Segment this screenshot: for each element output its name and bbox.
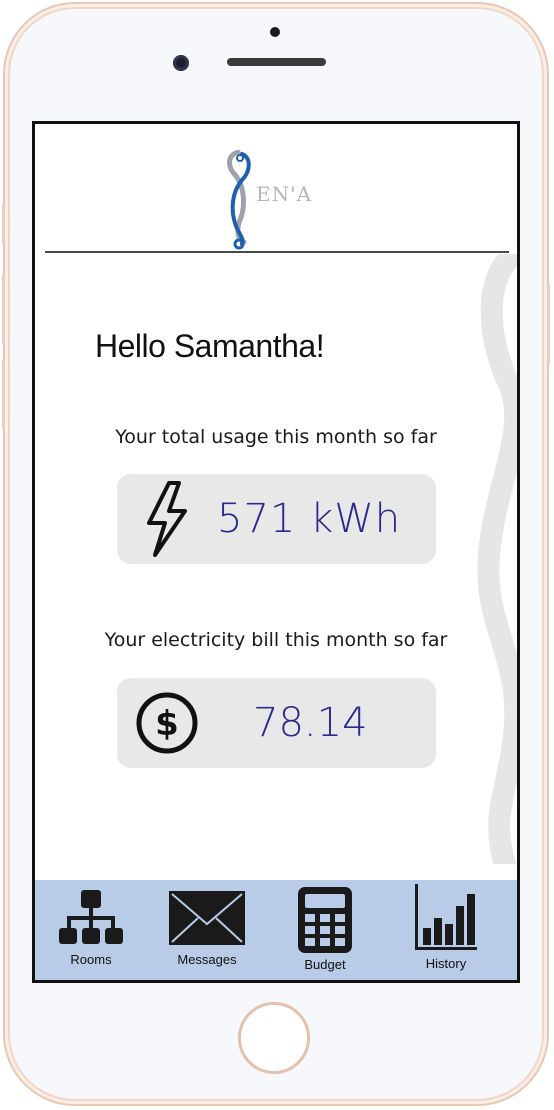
nav-item-history[interactable]: History — [403, 880, 489, 980]
calculator-icon — [298, 887, 352, 953]
nav-item-messages[interactable]: Messages — [163, 880, 251, 980]
usage-card: 571 kWh — [117, 474, 436, 564]
bill-card: $ 78.14 — [117, 678, 436, 768]
volume-down-button — [2, 359, 5, 429]
usage-value: 571 kWh — [217, 496, 402, 542]
nav-item-budget[interactable]: Budget — [285, 880, 365, 980]
brand-name: EN'A — [256, 182, 313, 206]
decorative-wave-icon — [477, 254, 517, 864]
mute-switch — [2, 204, 5, 244]
earpiece-speaker — [227, 58, 326, 66]
svg-text:$: $ — [155, 704, 179, 744]
header-divider — [45, 251, 509, 253]
nav-label-budget: Budget — [304, 957, 346, 972]
home-button[interactable] — [238, 1002, 310, 1074]
greeting-heading: Hello Samantha! — [95, 328, 325, 364]
bill-value: 78.14 — [253, 700, 368, 746]
nav-label-rooms: Rooms — [70, 952, 112, 967]
proximity-sensor — [270, 27, 280, 37]
bottom-nav: Rooms Messages Budget History — [35, 880, 517, 980]
nav-item-rooms[interactable]: Rooms — [49, 880, 133, 980]
dollar-icon: $ — [135, 678, 199, 768]
volume-up-button — [2, 274, 5, 344]
front-camera — [173, 55, 189, 71]
usage-label: Your total usage this month so far — [115, 426, 437, 448]
nav-label-messages: Messages — [177, 952, 237, 967]
bill-label: Your electricity bill this month so far — [104, 629, 448, 651]
bar-chart-icon — [415, 884, 477, 950]
sitemap-icon — [59, 890, 123, 944]
power-button — [547, 284, 550, 364]
lightning-icon — [145, 474, 189, 564]
envelope-icon — [169, 891, 245, 945]
nav-label-history: History — [425, 956, 467, 971]
app-screen: EN'A Hello Samantha! Your total usage th… — [32, 121, 520, 983]
